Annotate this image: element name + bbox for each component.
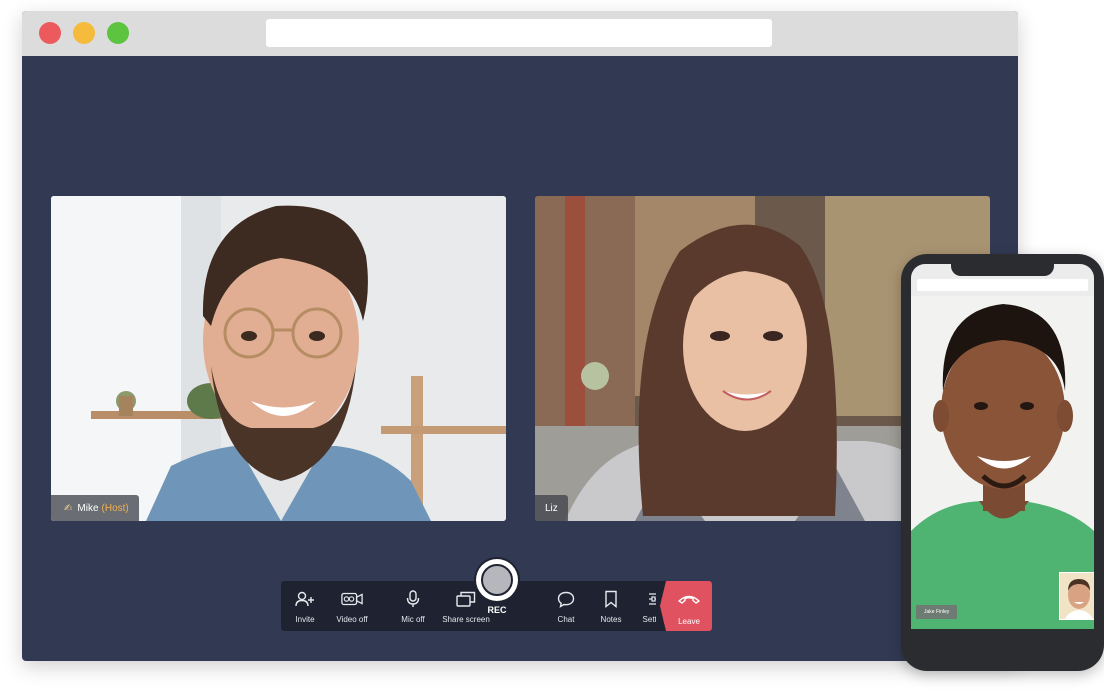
self-view-thumbnail[interactable]: [1059, 572, 1094, 620]
add-person-icon: [294, 590, 316, 608]
invite-label: Invite: [295, 615, 315, 624]
chat-bubble-icon: [555, 590, 577, 608]
record-label: REC: [487, 605, 507, 615]
maximize-window-button[interactable]: [107, 22, 129, 44]
self-view-feed: [1060, 573, 1094, 619]
name-tag-liz: Liz: [535, 495, 568, 521]
video-camera-icon: [341, 590, 363, 608]
mobile-screen: Jake Finley: [911, 264, 1094, 629]
video-toggle-button[interactable]: Video off: [328, 581, 376, 631]
mic-label: Mic off: [401, 615, 425, 624]
name-tag-mike: ✍ Mike (Host): [51, 495, 139, 521]
share-screen-label: Share screen: [442, 615, 490, 624]
raised-hand-icon: ✍: [64, 502, 73, 514]
bookmark-icon: [600, 590, 622, 608]
hang-up-phone-icon: [677, 592, 701, 610]
chat-label: Chat: [557, 615, 575, 624]
address-bar[interactable]: [266, 19, 772, 47]
video-label: Video off: [336, 615, 368, 624]
record-button[interactable]: [476, 559, 518, 601]
close-window-button[interactable]: [39, 22, 61, 44]
notes-button[interactable]: Notes: [591, 581, 631, 631]
browser-window: ✍ Mike (Host) Liz: [22, 11, 1018, 661]
host-badge: (Host): [101, 502, 129, 514]
minimize-window-button[interactable]: [73, 22, 95, 44]
leave-button[interactable]: Leave: [666, 581, 712, 631]
mic-toggle-button[interactable]: Mic off: [390, 581, 436, 631]
participant-name: Liz: [545, 502, 558, 514]
chat-button[interactable]: Chat: [546, 581, 586, 631]
phone-notch: [951, 264, 1054, 276]
name-tag-jake: Jake Finley: [916, 605, 958, 619]
leave-label: Leave: [678, 617, 700, 626]
participant-name: Mike: [77, 502, 99, 514]
mobile-device: Jake Finley: [901, 254, 1104, 671]
video-tile-mike[interactable]: ✍ Mike (Host): [51, 196, 506, 521]
title-bar: [22, 11, 1018, 56]
invite-button[interactable]: Invite: [285, 581, 325, 631]
mobile-address-bar[interactable]: [917, 279, 1088, 291]
notes-label: Notes: [600, 615, 622, 624]
record-indicator: [481, 564, 513, 596]
share-screen-icon: [455, 590, 477, 608]
mike-video-feed: [51, 196, 506, 521]
microphone-icon: [402, 590, 424, 608]
